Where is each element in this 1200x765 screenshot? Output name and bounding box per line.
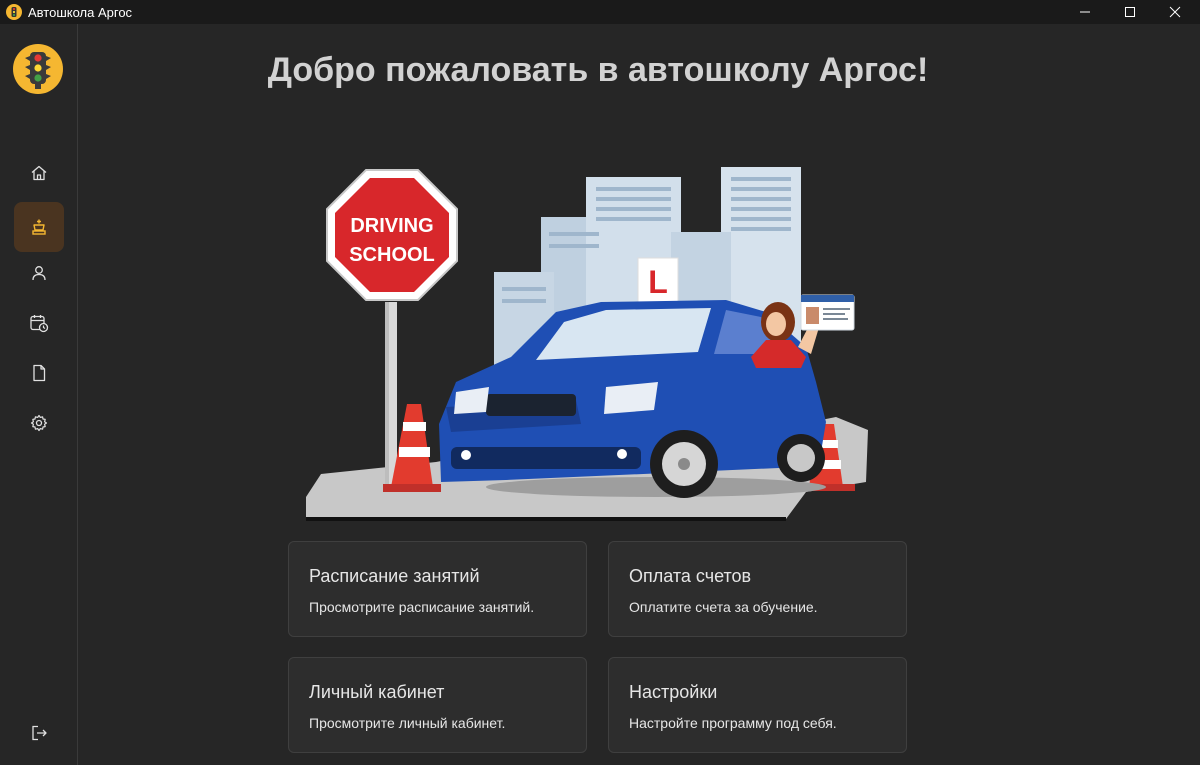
- traffic-light-app-icon: [6, 4, 22, 20]
- sign-line1: DRIVING: [350, 215, 433, 237]
- sign-line2: SCHOOL: [349, 244, 435, 266]
- close-button[interactable]: [1152, 0, 1198, 24]
- card-schedule[interactable]: Расписание занятий Просмотрите расписани…: [288, 541, 587, 637]
- document-icon: [33, 364, 46, 382]
- card-description: Просмотрите личный кабинет.: [309, 715, 506, 731]
- learner-plate: L: [637, 257, 679, 303]
- traffic-light-logo[interactable]: [13, 44, 63, 94]
- nav-home[interactable]: [14, 148, 64, 198]
- nav-profile[interactable]: [14, 248, 64, 298]
- card-profile[interactable]: Личный кабинет Просмотрите личный кабине…: [288, 657, 587, 753]
- window-title: Автошкола Аргос: [28, 5, 133, 20]
- card-title: Оплата счетов: [629, 566, 752, 586]
- nav-schedule[interactable]: [14, 298, 64, 348]
- chess-king-icon: [32, 219, 46, 235]
- maximize-icon: [1125, 7, 1135, 17]
- calendar-clock-icon: [30, 315, 49, 333]
- svg-text:L: L: [648, 264, 668, 300]
- welcome-heading: Добро пожаловать в автошколу Аргос!: [267, 51, 929, 89]
- driving-school-sign: DRIVING SCHOOL: [326, 169, 458, 487]
- driving-school-illustration: DRIVING SCHOOL L: [306, 167, 868, 521]
- gear-icon: [30, 414, 48, 432]
- card-description: Настройте программу под себя.: [629, 715, 837, 731]
- maximize-button[interactable]: [1107, 0, 1153, 24]
- logout-button[interactable]: [14, 708, 64, 758]
- sidebar: [0, 24, 78, 765]
- nav-documents[interactable]: [14, 348, 64, 398]
- card-description: Просмотрите расписание занятий.: [309, 599, 535, 615]
- home-icon: [31, 165, 47, 181]
- card-title: Расписание занятий: [309, 566, 480, 586]
- card-settings[interactable]: Настройки Настройте программу под себя.: [608, 657, 907, 753]
- close-icon: [1169, 6, 1181, 18]
- card-payments[interactable]: Оплата счетов Оплатите счета за обучение…: [608, 541, 907, 637]
- card-description: Оплатите счета за обучение.: [629, 599, 818, 615]
- title-bar: Автошкола Аргос: [0, 0, 1200, 24]
- nav-chess-king[interactable]: [14, 202, 64, 252]
- logout-icon: [32, 725, 47, 741]
- card-title: Личный кабинет: [309, 682, 445, 702]
- main-content: Добро пожаловать в автошколу Аргос! DRIV…: [78, 24, 1200, 765]
- driver-license-card: [800, 294, 855, 331]
- card-title: Настройки: [629, 682, 718, 702]
- nav-settings[interactable]: [14, 398, 64, 448]
- minimize-icon: [1080, 11, 1090, 13]
- minimize-button[interactable]: [1062, 0, 1108, 24]
- user-icon: [32, 266, 46, 281]
